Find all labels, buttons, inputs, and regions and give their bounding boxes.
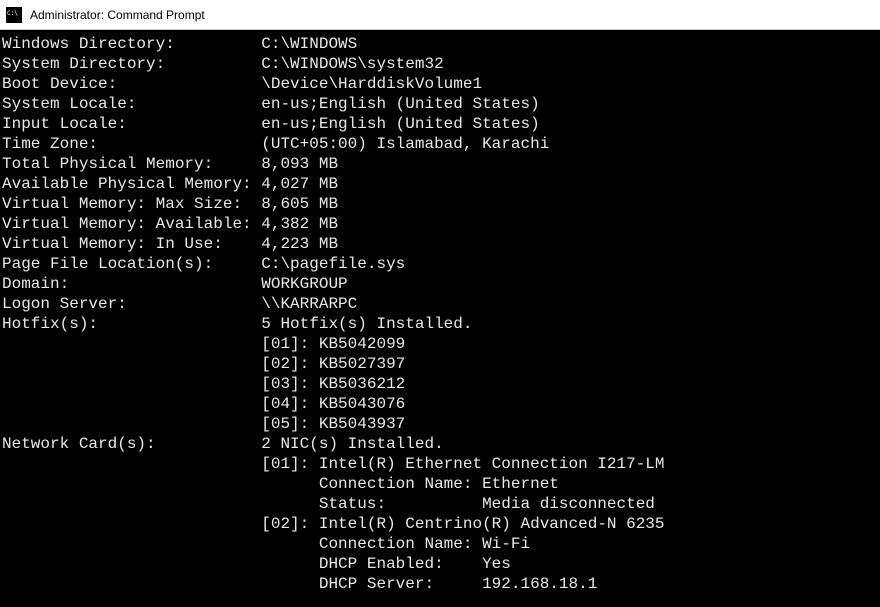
output-line: Total Physical Memory: 8,093 MB (2, 154, 880, 174)
output-line: System Directory: C:\WINDOWS\system32 (2, 54, 880, 74)
output-line: [02]: KB5027397 (2, 354, 880, 374)
output-line: Virtual Memory: In Use: 4,223 MB (2, 234, 880, 254)
cmd-icon (6, 7, 22, 23)
output-line: [01]: KB5042099 (2, 334, 880, 354)
output-line: [02]: Intel(R) Centrino(R) Advanced-N 62… (2, 514, 880, 534)
output-line: Windows Directory: C:\WINDOWS (2, 34, 880, 54)
output-line: DHCP Server: 192.168.18.1 (2, 574, 880, 594)
output-line: Hotfix(s): 5 Hotfix(s) Installed. (2, 314, 880, 334)
output-line: Virtual Memory: Max Size: 8,605 MB (2, 194, 880, 214)
output-line: Domain: WORKGROUP (2, 274, 880, 294)
output-line: Connection Name: Wi-Fi (2, 534, 880, 554)
output-line: [01]: Intel(R) Ethernet Connection I217-… (2, 454, 880, 474)
output-line: Available Physical Memory: 4,027 MB (2, 174, 880, 194)
output-line: System Locale: en-us;English (United Sta… (2, 94, 880, 114)
output-line: Virtual Memory: Available: 4,382 MB (2, 214, 880, 234)
output-line: [04]: KB5043076 (2, 394, 880, 414)
output-line: [05]: KB5043937 (2, 414, 880, 434)
output-line: [03]: KB5036212 (2, 374, 880, 394)
window-titlebar[interactable]: Administrator: Command Prompt (0, 0, 880, 30)
output-line: Boot Device: \Device\HarddiskVolume1 (2, 74, 880, 94)
output-line: Network Card(s): 2 NIC(s) Installed. (2, 434, 880, 454)
output-line: DHCP Enabled: Yes (2, 554, 880, 574)
output-line: Input Locale: en-us;English (United Stat… (2, 114, 880, 134)
output-line: Page File Location(s): C:\pagefile.sys (2, 254, 880, 274)
output-line: Time Zone: (UTC+05:00) Islamabad, Karach… (2, 134, 880, 154)
terminal-output[interactable]: Windows Directory: C:\WINDOWSSystem Dire… (0, 30, 880, 594)
output-line: Connection Name: Ethernet (2, 474, 880, 494)
output-line: Logon Server: \\KARRARPC (2, 294, 880, 314)
output-line: Status: Media disconnected (2, 494, 880, 514)
window-title: Administrator: Command Prompt (30, 8, 205, 22)
